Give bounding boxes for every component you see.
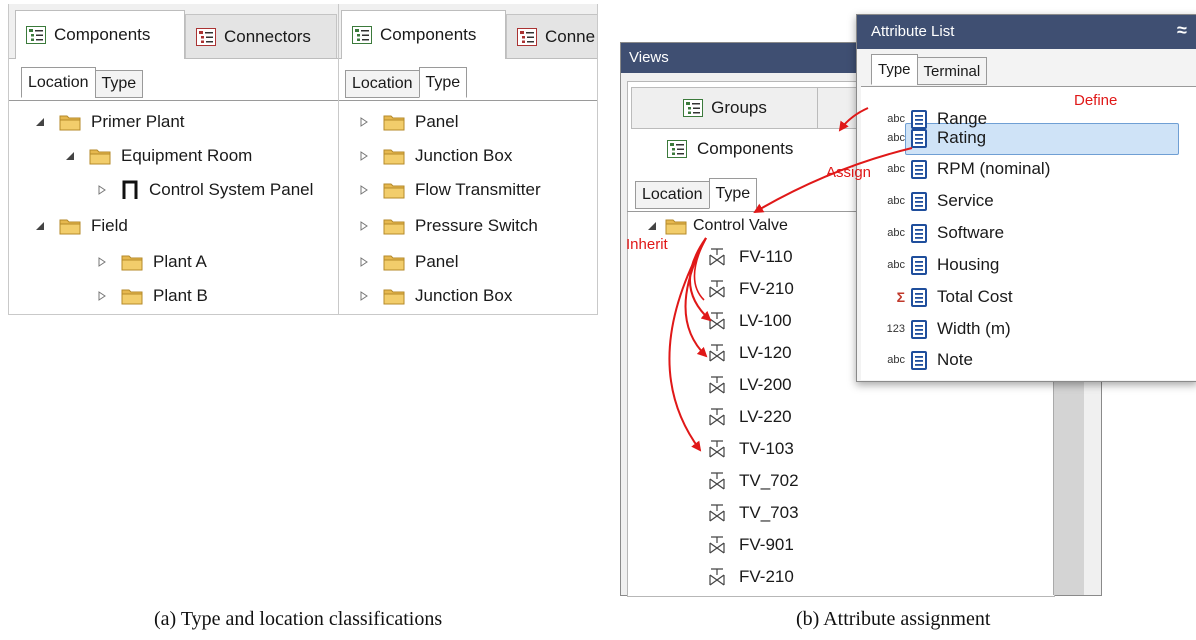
define-arrow xyxy=(838,107,869,132)
annotation-arrows xyxy=(668,107,913,452)
caption-b: (b) Attribute assignment xyxy=(796,608,991,630)
define-annotation: Define xyxy=(1074,92,1118,109)
inherit-arrow-tv103 xyxy=(668,237,707,452)
inherit-annotation: Inherit xyxy=(626,236,668,253)
assign-annotation: Assign xyxy=(826,164,872,181)
caption-a: (a) Type and location classifications xyxy=(154,608,443,630)
